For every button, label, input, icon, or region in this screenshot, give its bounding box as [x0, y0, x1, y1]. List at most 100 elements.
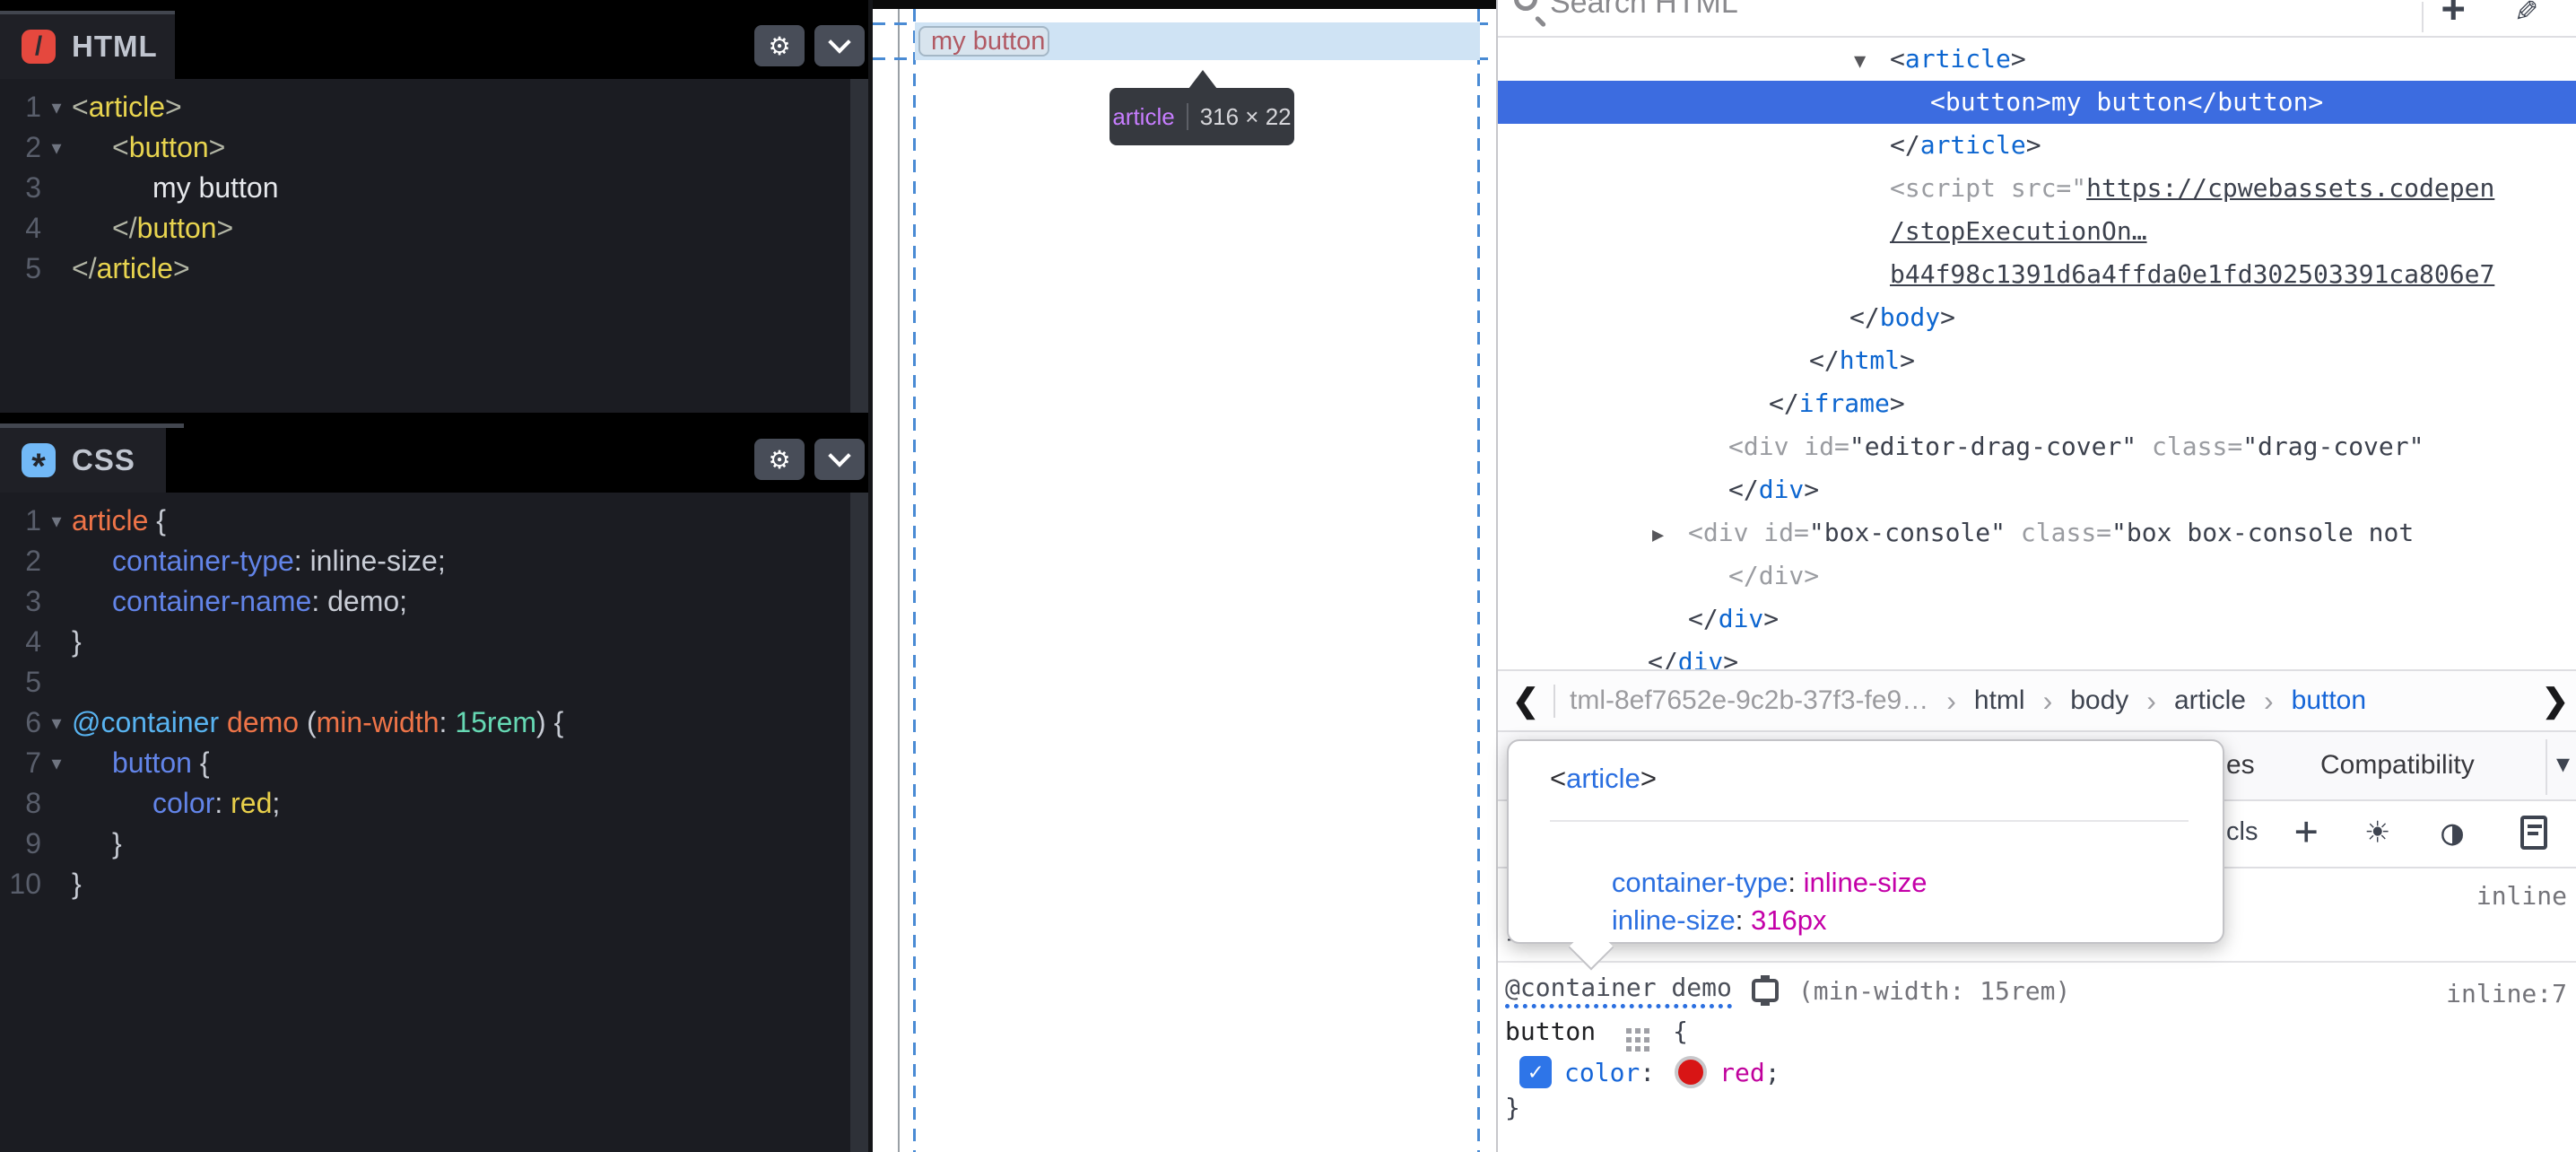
tabs-overflow-dropdown[interactable]: ▾ — [2556, 748, 2570, 780]
code-line[interactable]: 7▾button { — [0, 743, 868, 783]
fold-arrow-icon[interactable]: ▾ — [41, 127, 72, 168]
code-line[interactable]: 5 — [0, 662, 868, 703]
fold-arrow-icon — [41, 581, 72, 622]
markup-row[interactable]: </html> — [1498, 339, 2576, 382]
breadcrumb-item-article[interactable]: article — [2174, 685, 2246, 716]
markup-row[interactable]: </div> — [1498, 554, 2576, 598]
breadcrumb-item-html[interactable]: html — [1974, 685, 2025, 716]
syntax-token: </ — [1849, 302, 1880, 332]
css-collapse-button[interactable] — [814, 439, 865, 480]
markup-row[interactable]: </div> — [1498, 598, 2576, 641]
code-line[interactable]: 4</button> — [0, 208, 868, 249]
code-line[interactable]: 3my button — [0, 168, 868, 208]
syntax-token: button — [137, 212, 217, 244]
declaration-value[interactable]: red — [1719, 1058, 1765, 1087]
declaration-property[interactable]: color — [1564, 1058, 1640, 1087]
syntax-token: article — [89, 91, 165, 123]
light-scheme-icon[interactable]: ☀ — [2366, 810, 2389, 854]
rule-source-link[interactable]: inline — [2476, 881, 2567, 911]
markup-row[interactable]: </article> — [1498, 124, 2576, 167]
markup-row[interactable]: </div> — [1498, 468, 2576, 511]
color-swatch[interactable] — [1675, 1056, 1707, 1088]
declaration-checkbox[interactable]: ✓ — [1519, 1056, 1552, 1088]
syntax-token: { — [192, 746, 210, 779]
markup-row-selected[interactable]: <button>my button</button> — [1498, 81, 2576, 124]
pencil-icon[interactable]: ✎ — [2516, 0, 2537, 31]
code-line[interactable]: 8color: red; — [0, 783, 868, 824]
markup-row[interactable]: </body> — [1498, 296, 2576, 339]
breadcrumb-forward-button[interactable]: ❯ — [2533, 682, 2576, 720]
markup-row[interactable]: ▶<div id="box-console" class="box box-co… — [1498, 511, 2576, 554]
html-editor-scrollbar[interactable] — [850, 79, 868, 413]
syntax-token: html — [1840, 345, 1900, 375]
dark-scheme-icon[interactable]: ◑ — [2441, 812, 2463, 853]
html-collapse-button[interactable] — [814, 25, 865, 66]
code-line[interactable]: 6▾@container demo (min-width: 15rem) { — [0, 703, 868, 743]
container-jump-icon[interactable] — [1752, 979, 1779, 1002]
markup-row[interactable]: </div> — [1498, 641, 2576, 669]
syntax-token: </ — [1769, 388, 1799, 418]
infobar-dimensions: 316 × 22 — [1200, 103, 1292, 131]
syntax-token: < — [72, 91, 89, 123]
tab-changes-clipped[interactable]: es — [2226, 750, 2255, 781]
css-code-area[interactable]: 1▾article {2container-type: inline-size;… — [0, 493, 868, 1152]
code-line[interactable]: 4} — [0, 622, 868, 662]
syntax-token: : — [294, 545, 310, 577]
markup-row[interactable]: <div id="editor-drag-cover" class="drag-… — [1498, 425, 2576, 468]
breadcrumb-back-button[interactable]: ❮ — [1498, 682, 1553, 720]
code-line[interactable]: 10} — [0, 864, 868, 904]
tabs-separator — [2546, 739, 2547, 795]
code-line[interactable]: 2▾<button> — [0, 127, 868, 168]
html-code-area[interactable]: 1▾<article>2▾<button>3my button4</button… — [0, 79, 868, 413]
at-container-name[interactable]: @container demo — [1505, 973, 1732, 1008]
css-logo-icon: * — [22, 443, 56, 477]
syntax-token: : — [311, 585, 327, 617]
syntax-token: div — [1759, 475, 1805, 504]
code-line[interactable]: 2container-type: inline-size; — [0, 541, 868, 581]
css-settings-button[interactable]: ⚙ — [754, 439, 805, 480]
fold-arrow-icon[interactable]: ▾ — [41, 87, 72, 127]
rule-source-link[interactable]: inline:7 — [2446, 979, 2567, 1008]
markup-row[interactable]: /stopExecutionOn… — [1498, 210, 2576, 253]
preview-pane: my button article 316 × 22 — [873, 0, 1496, 1152]
selector-highlighter-icon[interactable] — [1626, 1028, 1632, 1034]
code-line[interactable]: 5</article> — [0, 249, 868, 289]
syntax-token: my button — [152, 171, 279, 204]
markup-row[interactable]: b44f98c1391d6a4ffda0e1fd302503391ca806e7 — [1498, 253, 2576, 296]
tab-compatibility[interactable]: Compatibility — [2320, 750, 2475, 781]
preview-my-button[interactable]: my button — [918, 26, 1049, 57]
rule-selector[interactable]: button — [1505, 1017, 1596, 1046]
html-logo-icon: / — [22, 30, 56, 64]
tab-css[interactable]: * CSS — [0, 428, 166, 493]
code-line[interactable]: 1▾article { — [0, 501, 868, 541]
popup-tag: <article> — [1550, 763, 1657, 795]
declaration-row: ✓ color : red ; — [1519, 1052, 1780, 1093]
markup-row[interactable]: ▼<article> — [1498, 38, 2576, 81]
add-rule-button[interactable]: + — [2294, 808, 2319, 854]
html-settings-button[interactable]: ⚙ — [754, 25, 805, 66]
code-line[interactable]: 1▾<article> — [0, 87, 868, 127]
syntax-token: > — [1763, 604, 1779, 633]
syntax-token: min-width — [317, 706, 439, 738]
syntax-token: > — [1900, 345, 1915, 375]
syntax-token: color — [152, 787, 214, 819]
css-editor-scrollbar[interactable] — [850, 493, 868, 1152]
markup-row[interactable]: <script src="https://cpwebassets.codepen — [1498, 167, 2576, 210]
breadcrumb-item-body[interactable]: body — [2070, 685, 2128, 716]
code-line[interactable]: 9} — [0, 824, 868, 864]
breadcrumb-item-tml-8ef7652e-9c2b-37f3-fe9-[interactable]: tml-8ef7652e-9c2b-37f3-fe9… — [1570, 685, 1928, 716]
print-media-icon[interactable] — [2520, 816, 2547, 850]
fold-arrow-icon — [41, 168, 72, 208]
fold-arrow-icon[interactable]: ▾ — [41, 743, 72, 783]
code-line[interactable]: 3container-name: demo; — [0, 581, 868, 622]
syntax-token: : — [439, 706, 456, 738]
search-html-input[interactable]: Search HTML — [1550, 0, 1738, 21]
markup-row[interactable]: </iframe> — [1498, 382, 2576, 425]
create-node-button[interactable]: + — [2441, 0, 2466, 31]
breadcrumb-item-button[interactable]: button — [2292, 685, 2366, 716]
toggle-classes-button[interactable]: cls — [2226, 817, 2258, 847]
tab-html[interactable]: / HTML — [0, 14, 175, 79]
fold-arrow-icon[interactable]: ▾ — [41, 501, 72, 541]
codepen-with-devtools: / HTML ⚙ 1▾<article>2▾<button>3my button… — [0, 0, 2576, 1152]
fold-arrow-icon[interactable]: ▾ — [41, 703, 72, 743]
